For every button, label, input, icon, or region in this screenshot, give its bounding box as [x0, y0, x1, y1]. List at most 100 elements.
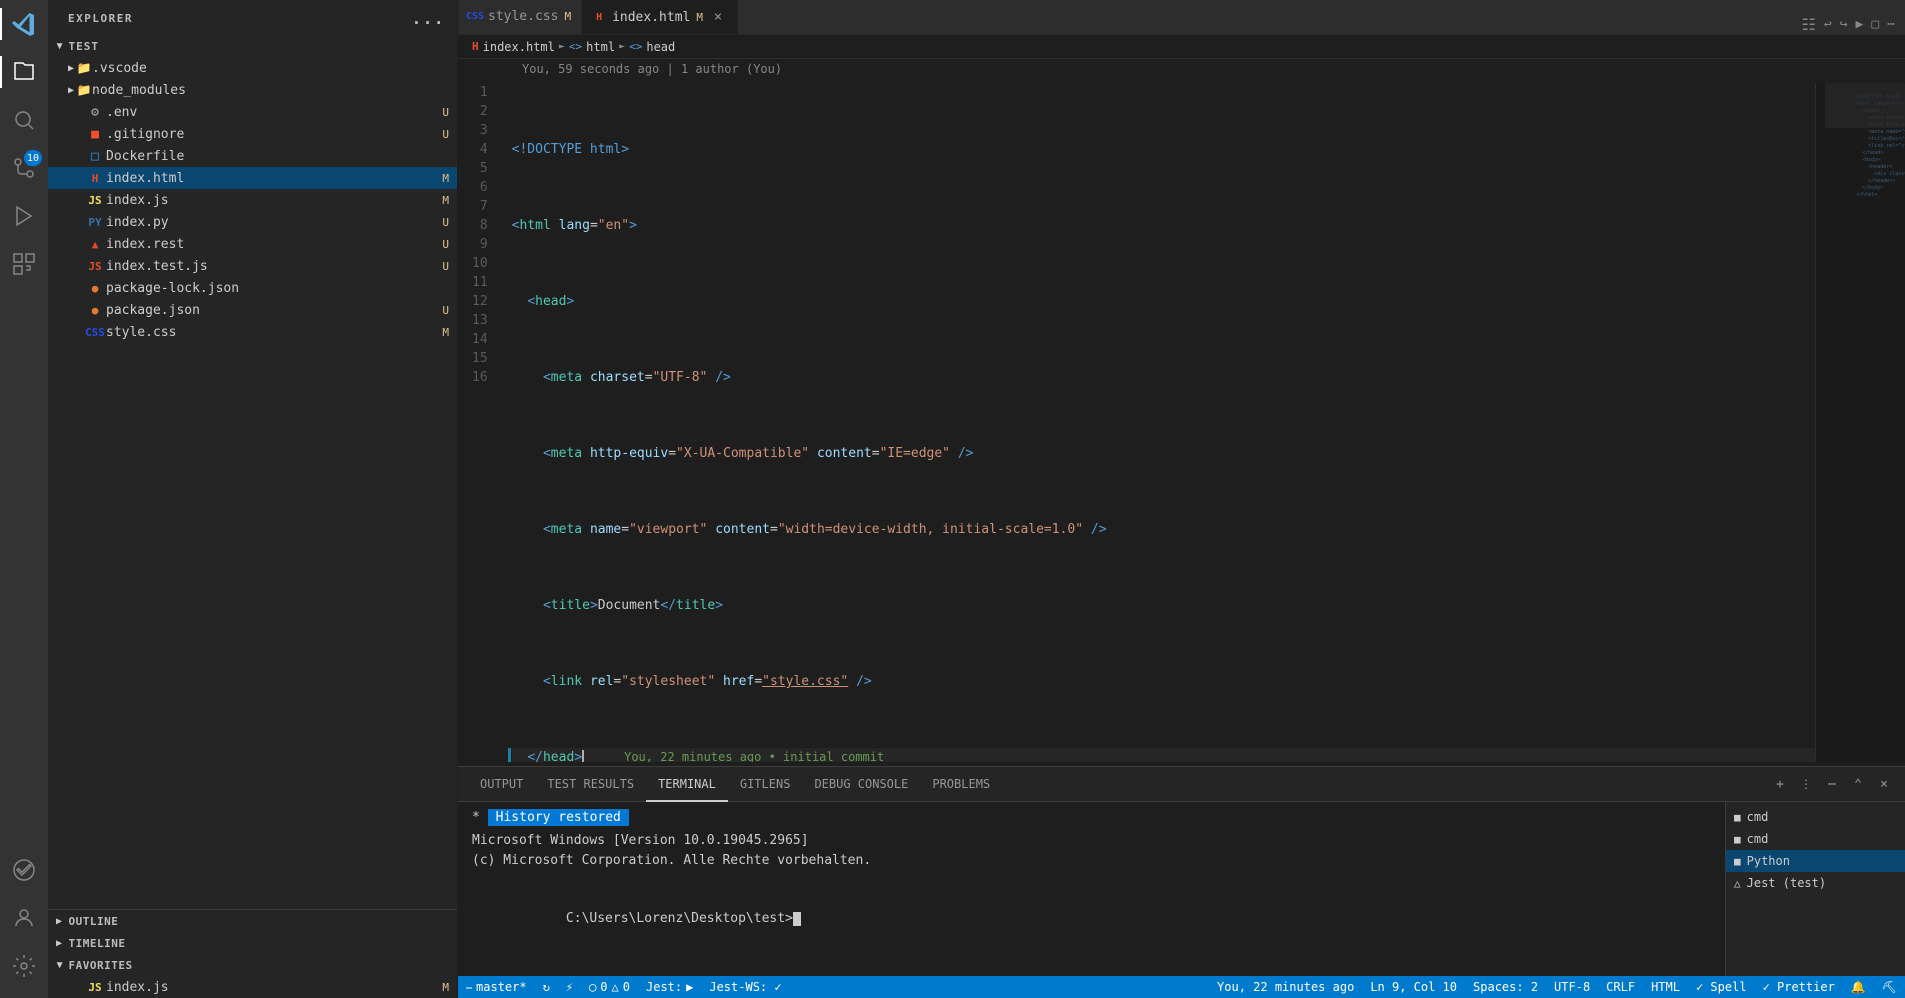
- vscode-chevron: ▶: [68, 63, 74, 74]
- explorer-activity-item[interactable]: [0, 48, 48, 96]
- source-control-activity-item[interactable]: 10: [0, 144, 48, 192]
- tab-index-html[interactable]: H index.html M ×: [582, 0, 738, 34]
- env-badge: U: [442, 106, 449, 119]
- vscode-logo[interactable]: [0, 0, 48, 48]
- terminal-item-cmd2[interactable]: ■ cmd: [1726, 828, 1905, 850]
- tree-item-node-modules[interactable]: ▶ 📁 node_modules: [48, 79, 457, 101]
- file-info-bar: You, 59 seconds ago | 1 author (You): [458, 59, 1905, 79]
- panel-add-terminal[interactable]: +: [1769, 773, 1791, 795]
- file-info-text: You, 59 seconds ago | 1 author (You): [522, 62, 782, 76]
- status-sync[interactable]: ↻: [535, 976, 558, 998]
- timeline-label: TIMELINE: [69, 937, 126, 950]
- sidebar-header: EXPLORER ...: [48, 0, 457, 35]
- sidebar-more-button[interactable]: ...: [412, 9, 445, 28]
- tree-item-dockerfile[interactable]: □ Dockerfile: [48, 145, 457, 167]
- accounts-activity-item[interactable]: [0, 894, 48, 942]
- more-actions-icon[interactable]: ⋯: [1887, 17, 1895, 32]
- panel-tab-gitlens[interactable]: GITLENS: [728, 767, 803, 802]
- panel-tabs: OUTPUT TEST RESULTS TERMINAL GITLENS DEB…: [458, 767, 1905, 802]
- panel-area: OUTPUT TEST RESULTS TERMINAL GITLENS DEB…: [458, 766, 1905, 976]
- tree-item-style-css[interactable]: CSS style.css M: [48, 321, 457, 343]
- editor-layout-icon[interactable]: ☷: [1802, 15, 1816, 34]
- redo-icon[interactable]: ↪: [1840, 17, 1848, 32]
- tree-item-index-test-js[interactable]: JS index.test.js U: [48, 255, 457, 277]
- status-language[interactable]: HTML: [1643, 976, 1688, 998]
- tree-item-gitignore[interactable]: ■ .gitignore U: [48, 123, 457, 145]
- status-jest[interactable]: Jest: ▶: [638, 976, 701, 998]
- editor-area[interactable]: 1 2 3 4 5 6 7 8 9 10 11 12 13 14 15 16: [458, 79, 1905, 766]
- tree-item-index-rest[interactable]: ▲ index.rest U: [48, 233, 457, 255]
- jest-run-icon: ▶: [686, 980, 693, 994]
- breadcrumb-file[interactable]: H index.html: [472, 40, 555, 54]
- tree-item-index-py[interactable]: PY index.py U: [48, 211, 457, 233]
- settings-activity-item[interactable]: [0, 942, 48, 990]
- panel-more-actions[interactable]: ⋯: [1821, 773, 1843, 795]
- main-container: EXPLORER ... ▶ TEST ▶ 📁 .vscode ▶ 📁 node…: [48, 0, 1905, 998]
- status-fork[interactable]: ⚡: [558, 976, 581, 998]
- breadcrumb-html-tag[interactable]: <> html: [569, 40, 615, 54]
- tree-item-index-html[interactable]: H index.html M: [48, 167, 457, 189]
- code-editor[interactable]: <!DOCTYPE html> <html lang="en"> <head> …: [496, 83, 1815, 762]
- favorites-item-index-js[interactable]: JS index.js M: [48, 976, 457, 998]
- tab-style-css[interactable]: CSS style.css M: [458, 0, 582, 34]
- extensions-activity-item[interactable]: [0, 240, 48, 288]
- forward-icon[interactable]: ▶: [1856, 17, 1864, 32]
- tree-item-package-lock[interactable]: ● package-lock.json: [48, 277, 457, 299]
- status-spell[interactable]: ✓ Spell: [1688, 976, 1755, 998]
- status-bar: ⎯ master* ↻ ⚡ ◯ 0 △ 0 Jest: ▶: [458, 976, 1905, 998]
- status-spaces[interactable]: Spaces: 2: [1465, 976, 1546, 998]
- favorites-section[interactable]: ▶ FAVORITES: [48, 954, 457, 976]
- env-icon: ⚙: [84, 105, 106, 120]
- panel-close[interactable]: ×: [1873, 773, 1895, 795]
- remote-activity-item[interactable]: [0, 846, 48, 894]
- status-location[interactable]: Ln 9, Col 10: [1362, 976, 1465, 998]
- tree-root[interactable]: ▶ TEST: [48, 35, 457, 57]
- tree-item-vscode[interactable]: ▶ 📁 .vscode: [48, 57, 457, 79]
- status-eol[interactable]: CRLF: [1598, 976, 1643, 998]
- terminal-item-cmd1[interactable]: ■ cmd: [1726, 806, 1905, 828]
- breadcrumb-head-tag[interactable]: <> head: [629, 40, 675, 54]
- branch-label: master*: [476, 980, 527, 994]
- panel-tab-output[interactable]: OUTPUT: [468, 767, 535, 802]
- sidebar-header-actions: ...: [412, 9, 445, 28]
- status-encoding[interactable]: UTF-8: [1546, 976, 1598, 998]
- style-css-badge: M: [442, 326, 449, 339]
- status-prettier[interactable]: ✓ Prettier: [1755, 976, 1843, 998]
- run-activity-item[interactable]: [0, 192, 48, 240]
- panel-tab-debug-console[interactable]: DEBUG CONSOLE: [802, 767, 920, 802]
- status-errors[interactable]: ◯ 0 △ 0: [581, 976, 638, 998]
- tree-item-env[interactable]: ⚙ .env U: [48, 101, 457, 123]
- breadcrumb-tag-icon-2: <>: [629, 40, 642, 53]
- panel-tab-test-results[interactable]: TEST RESULTS: [535, 767, 646, 802]
- close-tab-button[interactable]: ×: [709, 8, 727, 26]
- status-branch[interactable]: ⎯ master*: [458, 976, 535, 998]
- tree-item-package-json[interactable]: ● package.json U: [48, 299, 457, 321]
- timeline-section[interactable]: ▶ TIMELINE: [48, 932, 457, 954]
- terminal-item-jest[interactable]: △ Jest (test): [1726, 872, 1905, 894]
- search-activity-item[interactable]: [0, 96, 48, 144]
- panel-terminal-split[interactable]: ⋮: [1795, 773, 1817, 795]
- panel-toggle-icon[interactable]: □: [1871, 17, 1879, 32]
- file-tree: ▶ TEST ▶ 📁 .vscode ▶ 📁 node_modules ⚙ .e…: [48, 35, 457, 909]
- encoding-label: UTF-8: [1554, 980, 1590, 994]
- cmd2-label: cmd: [1747, 832, 1769, 846]
- terminal-content[interactable]: * History restored Microsoft Windows [Ve…: [458, 802, 1725, 976]
- panel-minimize[interactable]: ⌃: [1847, 773, 1869, 795]
- panel-tab-problems[interactable]: PROBLEMS: [920, 767, 1002, 802]
- fav-index-js-badge: M: [442, 981, 449, 994]
- undo-icon[interactable]: ↩: [1824, 17, 1832, 32]
- line-numbers: 1 2 3 4 5 6 7 8 9 10 11 12 13 14 15 16: [458, 83, 496, 762]
- panel-tab-terminal[interactable]: TERMINAL: [646, 767, 728, 802]
- outline-section[interactable]: ▶ OUTLINE: [48, 910, 457, 932]
- tree-item-index-js[interactable]: JS index.js M: [48, 189, 457, 211]
- terminal-tab-label: TERMINAL: [658, 777, 716, 791]
- status-git-info[interactable]: You, 22 minutes ago: [1209, 976, 1362, 998]
- terminal-windows-line2: (c) Microsoft Corporation. Alle Rechte v…: [472, 851, 1711, 871]
- terminal-item-python[interactable]: ■ Python: [1726, 850, 1905, 872]
- status-jest-ws[interactable]: Jest-WS: ✓: [701, 976, 789, 998]
- gitignore-label: .gitignore: [106, 127, 438, 142]
- cmd1-label: cmd: [1747, 810, 1769, 824]
- status-notification[interactable]: 🔔: [1843, 976, 1874, 998]
- status-remote[interactable]: ⛏: [1874, 976, 1905, 998]
- style-css-icon: CSS: [84, 326, 106, 339]
